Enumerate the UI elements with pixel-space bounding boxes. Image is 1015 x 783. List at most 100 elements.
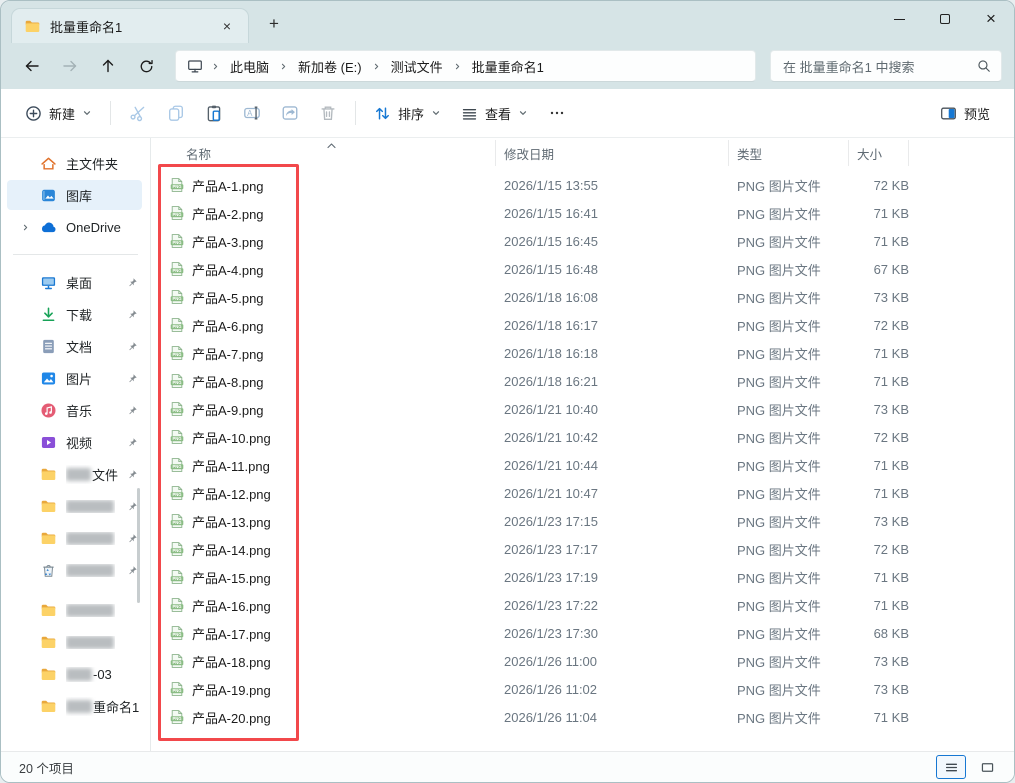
column-header-size[interactable]: 大小 <box>849 140 909 166</box>
new-button[interactable]: 新建 <box>15 96 102 130</box>
tab-close-icon[interactable]: × <box>216 15 238 37</box>
file-name-cell[interactable]: PNG 产品A-12.png <box>166 484 496 503</box>
file-name-cell[interactable]: PNG 产品A-3.png <box>166 232 496 251</box>
column-header-type[interactable]: 类型 <box>729 140 849 166</box>
sidebar-item[interactable] <box>7 555 142 585</box>
file-row[interactable]: PNG 产品A-16.png 2026/1/23 17:22 PNG 图片文件 71 K… <box>151 591 1014 619</box>
file-size-cell: 73 KB <box>873 401 909 417</box>
sidebar-item[interactable] <box>7 491 142 521</box>
sidebar-item-文件[interactable]: 文件 <box>7 459 142 489</box>
sidebar-item-图片[interactable]: 图片 <box>7 363 142 393</box>
file-row[interactable]: PNG 产品A-12.png 2026/1/21 10:47 PNG 图片文件 71 K… <box>151 479 1014 507</box>
maximize-icon[interactable] <box>922 1 968 37</box>
file-name-cell[interactable]: PNG 产品A-10.png <box>166 428 496 447</box>
forward-icon[interactable] <box>53 50 87 82</box>
chevron-right-icon[interactable] <box>19 223 31 232</box>
file-name-cell[interactable]: PNG 产品A-11.png <box>166 456 496 475</box>
file-row[interactable]: PNG 产品A-17.png 2026/1/23 17:30 PNG 图片文件 68 K… <box>151 619 1014 647</box>
file-name-cell[interactable]: PNG 产品A-5.png <box>166 288 496 307</box>
cut-icon[interactable] <box>119 96 157 130</box>
file-row[interactable]: PNG 产品A-4.png 2026/1/15 16:48 PNG 图片文件 67 KB <box>151 255 1014 283</box>
sidebar-item-桌面[interactable]: 桌面 <box>7 267 142 297</box>
file-name-cell[interactable]: PNG 产品A-6.png <box>166 316 496 335</box>
file-name-cell[interactable]: PNG 产品A-9.png <box>166 400 496 419</box>
file-row[interactable]: PNG 产品A-7.png 2026/1/18 16:18 PNG 图片文件 71 KB <box>151 339 1014 367</box>
file-name-cell[interactable]: PNG 产品A-18.png <box>166 652 496 671</box>
sidebar-item-重命名1[interactable]: 重命名1 <box>7 691 142 721</box>
thumbnail-view-button[interactable] <box>972 755 1002 779</box>
sidebar-item-主文件夹[interactable]: 主文件夹 <box>7 148 142 178</box>
back-icon[interactable] <box>15 50 49 82</box>
sidebar-scrollbar[interactable] <box>137 488 140 603</box>
sidebar-item-视频[interactable]: 视频 <box>7 427 142 457</box>
file-name-cell[interactable]: PNG 产品A-4.png <box>166 260 496 279</box>
file-name-cell[interactable]: PNG 产品A-20.png <box>166 708 496 727</box>
explorer-tab[interactable]: 批量重命名1 × <box>11 8 249 43</box>
file-row[interactable]: PNG 产品A-6.png 2026/1/18 16:17 PNG 图片文件 72 KB <box>151 311 1014 339</box>
breadcrumb-chevron-icon[interactable] <box>450 62 465 71</box>
sidebar-item[interactable] <box>7 523 142 553</box>
file-name-cell[interactable]: PNG 产品A-7.png <box>166 344 496 363</box>
breadcrumb-chevron-icon[interactable] <box>369 62 384 71</box>
sidebar-item-text: -03 <box>93 666 112 682</box>
breadcrumb-item[interactable]: 测试文件 <box>384 54 450 79</box>
breadcrumb-chevron-icon[interactable] <box>208 62 223 71</box>
file-row[interactable]: PNG 产品A-2.png 2026/1/15 16:41 PNG 图片文件 71 KB <box>151 199 1014 227</box>
copy-icon[interactable] <box>157 96 195 130</box>
delete-icon[interactable] <box>309 96 347 130</box>
breadcrumb-item[interactable]: 新加卷 (E:) <box>291 54 369 79</box>
up-icon[interactable] <box>91 50 125 82</box>
minimize-icon[interactable] <box>876 1 922 37</box>
refresh-icon[interactable] <box>129 50 163 82</box>
rename-icon[interactable]: A <box>233 96 271 130</box>
preview-toggle-button[interactable]: 预览 <box>930 96 1000 130</box>
breadcrumb-item[interactable]: 批量重命名1 <box>465 54 551 79</box>
file-row[interactable]: PNG 产品A-3.png 2026/1/15 16:45 PNG 图片文件 71 KB <box>151 227 1014 255</box>
view-button[interactable]: 查看 <box>451 96 538 130</box>
sidebar-item-OneDrive[interactable]: OneDrive <box>7 212 142 242</box>
share-icon[interactable] <box>271 96 309 130</box>
file-name-cell[interactable]: PNG 产品A-19.png <box>166 680 496 699</box>
file-row[interactable]: PNG 产品A-8.png 2026/1/18 16:21 PNG 图片文件 71 KB <box>151 367 1014 395</box>
file-row[interactable]: PNG 产品A-5.png 2026/1/18 16:08 PNG 图片文件 73 KB <box>151 283 1014 311</box>
details-view-button[interactable] <box>936 755 966 779</box>
column-header-date[interactable]: 修改日期 <box>496 140 729 166</box>
sort-button[interactable]: 排序 <box>364 96 451 130</box>
sidebar-item-图库[interactable]: 图库 <box>7 180 142 210</box>
file-row[interactable]: PNG 产品A-20.png 2026/1/26 11:04 PNG 图片文件 71 K… <box>151 703 1014 731</box>
more-options-icon[interactable] <box>538 96 576 130</box>
file-name-cell[interactable]: PNG 产品A-8.png <box>166 372 496 391</box>
file-name-cell[interactable]: PNG 产品A-1.png <box>166 176 496 195</box>
sidebar-item-文档[interactable]: 文档 <box>7 331 142 361</box>
file-row[interactable]: PNG 产品A-19.png 2026/1/26 11:02 PNG 图片文件 73 K… <box>151 675 1014 703</box>
sidebar-item-下载[interactable]: 下载 <box>7 299 142 329</box>
new-tab-button[interactable]: + <box>259 9 289 39</box>
sidebar-item-音乐[interactable]: 音乐 <box>7 395 142 425</box>
sidebar-item[interactable] <box>7 627 142 657</box>
paste-icon[interactable] <box>195 96 233 130</box>
sidebar-item[interactable] <box>7 595 142 625</box>
file-row[interactable]: PNG 产品A-14.png 2026/1/23 17:17 PNG 图片文件 72 K… <box>151 535 1014 563</box>
sort-ascending-icon[interactable] <box>326 137 337 155</box>
file-name-cell[interactable]: PNG 产品A-13.png <box>166 512 496 531</box>
file-row[interactable]: PNG 产品A-13.png 2026/1/23 17:15 PNG 图片文件 73 K… <box>151 507 1014 535</box>
file-row[interactable]: PNG 产品A-18.png 2026/1/26 11:00 PNG 图片文件 73 K… <box>151 647 1014 675</box>
search-input[interactable]: 在 批量重命名1 中搜索 <box>770 50 1002 82</box>
file-row[interactable]: PNG 产品A-15.png 2026/1/23 17:19 PNG 图片文件 71 K… <box>151 563 1014 591</box>
file-type-cell: PNG 图片文件 <box>737 626 821 642</box>
file-name-cell[interactable]: PNG 产品A-16.png <box>166 596 496 615</box>
file-name-cell[interactable]: PNG 产品A-14.png <box>166 540 496 559</box>
file-row[interactable]: PNG 产品A-11.png 2026/1/21 10:44 PNG 图片文件 71 K… <box>151 451 1014 479</box>
close-icon[interactable]: × <box>968 1 1014 37</box>
breadcrumb-item[interactable]: 此电脑 <box>223 54 276 79</box>
file-name-cell[interactable]: PNG 产品A-2.png <box>166 204 496 223</box>
svg-text:PNG: PNG <box>172 492 181 497</box>
file-row[interactable]: PNG 产品A-10.png 2026/1/21 10:42 PNG 图片文件 72 K… <box>151 423 1014 451</box>
file-name-cell[interactable]: PNG 产品A-15.png <box>166 568 496 587</box>
breadcrumb-chevron-icon[interactable] <box>276 62 291 71</box>
file-row[interactable]: PNG 产品A-9.png 2026/1/21 10:40 PNG 图片文件 73 KB <box>151 395 1014 423</box>
file-name-cell[interactable]: PNG 产品A-17.png <box>166 624 496 643</box>
breadcrumb[interactable]: 此电脑 新加卷 (E:) 测试文件 批量重命名1 <box>175 50 756 82</box>
file-row[interactable]: PNG 产品A-1.png 2026/1/15 13:55 PNG 图片文件 72 KB <box>151 171 1014 199</box>
sidebar-item--03[interactable]: -03 <box>7 659 142 689</box>
